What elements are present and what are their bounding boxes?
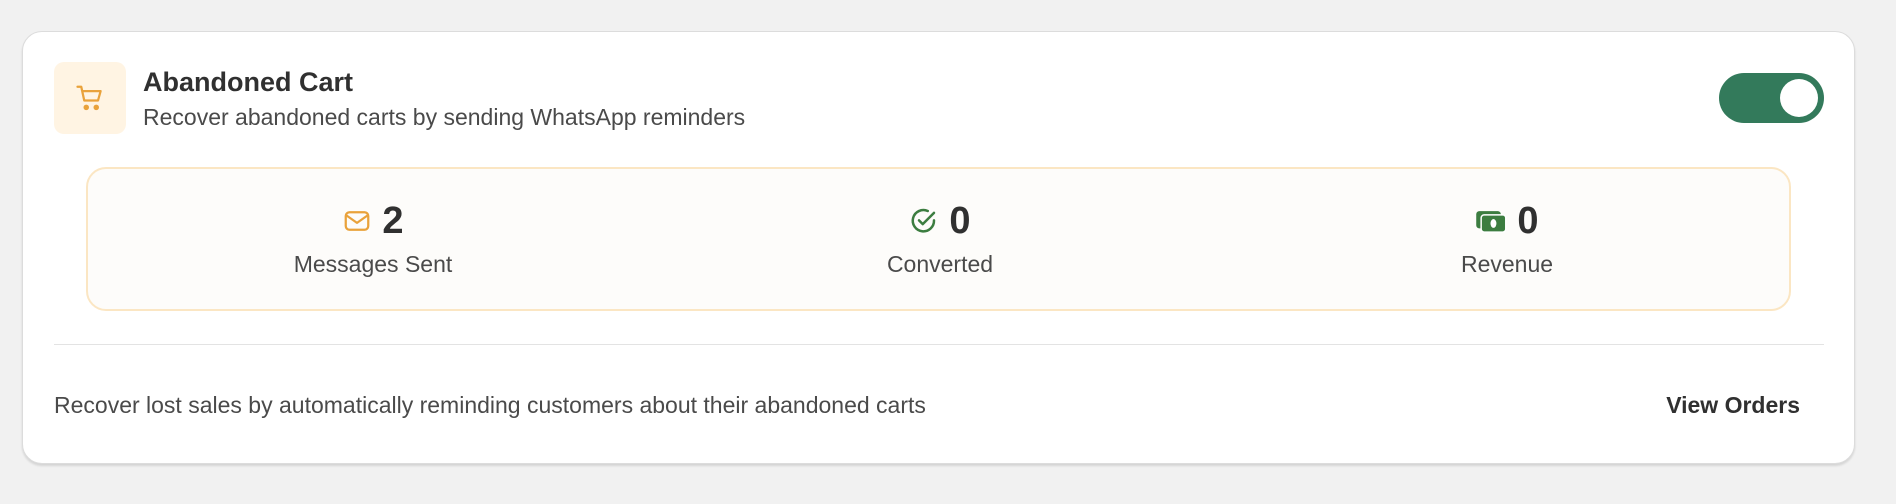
card-subtitle: Recover abandoned carts by sending Whats… [143, 104, 746, 130]
cart-icon-tile [54, 62, 126, 134]
money-icon [1476, 211, 1507, 233]
cart-icon [76, 85, 102, 111]
stat-messages-sent: 2 Messages Sent [173, 169, 573, 309]
stat-label: Messages Sent [293, 251, 453, 277]
view-orders-button[interactable]: View Orders [1652, 386, 1814, 425]
card-header: Abandoned Cart Recover abandoned carts b… [54, 62, 1824, 136]
stat-value: 0 [949, 200, 971, 242]
stat-value: 2 [382, 200, 404, 242]
stat-converted: 0 Converted [740, 169, 1140, 309]
stat-value: 0 [1517, 200, 1539, 242]
toggle-knob [1780, 79, 1818, 117]
card-title: Abandoned Cart [143, 67, 354, 97]
stat-label: Converted [886, 251, 994, 277]
check-circle-icon [911, 208, 936, 233]
footer-description: Recover lost sales by automatically remi… [54, 392, 926, 418]
abandoned-cart-card: Abandoned Cart Recover abandoned carts b… [22, 31, 1855, 464]
envelope-icon [345, 211, 370, 231]
enable-toggle[interactable] [1719, 73, 1824, 123]
divider [54, 344, 1824, 345]
stat-label: Revenue [1460, 251, 1554, 277]
stat-revenue: 0 Revenue [1307, 169, 1707, 309]
stats-panel: 2 Messages Sent 0 Converted 0 Revenue [86, 167, 1791, 311]
